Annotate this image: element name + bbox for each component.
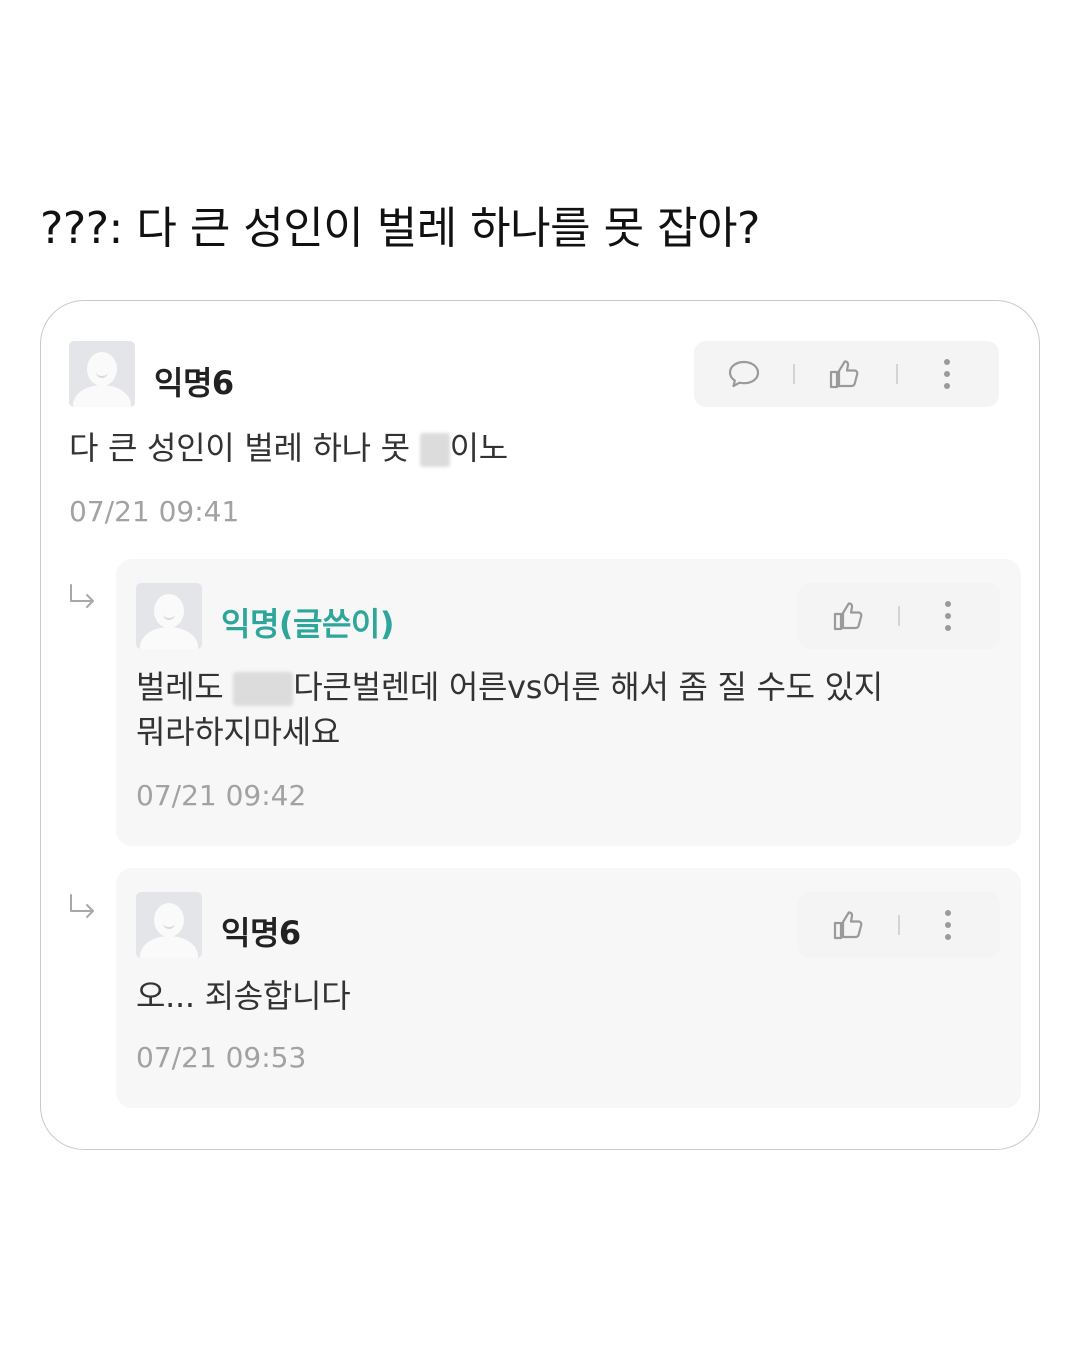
page-headline: ???: 다 큰 성인이 벌레 하나를 못 잡아? (40, 203, 760, 254)
reply-item: 익명6 오... 죄송합니다 07/21 09:53 (116, 868, 1021, 1108)
comment-text: 다 큰 성인이 벌레 하나 못 이노 (69, 426, 508, 470)
comment-actions (694, 341, 999, 407)
comment-text-part: 이노 (449, 429, 509, 467)
reply-arrow-icon (70, 894, 94, 918)
reply-timestamp: 07/21 09:42 (136, 779, 307, 812)
reply-timestamp: 07/21 09:53 (136, 1041, 307, 1074)
reply-nickname[interactable]: 익명6 (221, 908, 301, 954)
reply-text-part: 다큰벌렌데 어른vs어른 해서 좀 질 수도 있지 (293, 668, 883, 706)
reply-actions (798, 583, 1000, 649)
reply-text-line: 벌레도 다큰벌렌데 어른vs어른 해서 좀 질 수도 있지 (136, 665, 883, 709)
more-vertical-icon[interactable] (928, 583, 968, 649)
chat-bubble-icon[interactable] (722, 341, 766, 407)
default-avatar-icon[interactable] (136, 892, 202, 958)
more-vertical-icon[interactable] (928, 892, 968, 958)
reply-text-line: 오... 죄송합니다 (136, 977, 351, 1015)
reply-text-line: 뭐라하지마세요 (136, 713, 340, 751)
reply-arrow-icon (70, 584, 94, 608)
default-avatar-icon[interactable] (136, 583, 202, 649)
reply-item: 익명(글쓴이) 벌레도 다큰벌렌데 어른vs어른 해서 좀 질 수도 있지 뭐라… (116, 559, 1021, 846)
reply-nickname[interactable]: 익명(글쓴이) (221, 599, 394, 645)
thumbs-up-icon[interactable] (822, 341, 866, 407)
more-vertical-icon[interactable] (927, 341, 967, 407)
comment-nickname[interactable]: 익명6 (154, 358, 234, 404)
reply-actions (798, 892, 1000, 958)
censored-blur (419, 433, 450, 467)
thumbs-up-icon[interactable] (826, 892, 870, 958)
reply-text-part: 벌레도 (136, 668, 234, 706)
comment-card: 익명6 다 큰 성인이 벌레 하나 못 이노 07/21 09:41 익명(글쓴… (40, 300, 1040, 1150)
censored-blur (233, 672, 294, 706)
comment-timestamp: 07/21 09:41 (69, 495, 240, 528)
thumbs-up-icon[interactable] (826, 583, 870, 649)
default-avatar-icon[interactable] (69, 341, 135, 407)
comment-text-part: 다 큰 성인이 벌레 하나 못 (69, 429, 420, 467)
